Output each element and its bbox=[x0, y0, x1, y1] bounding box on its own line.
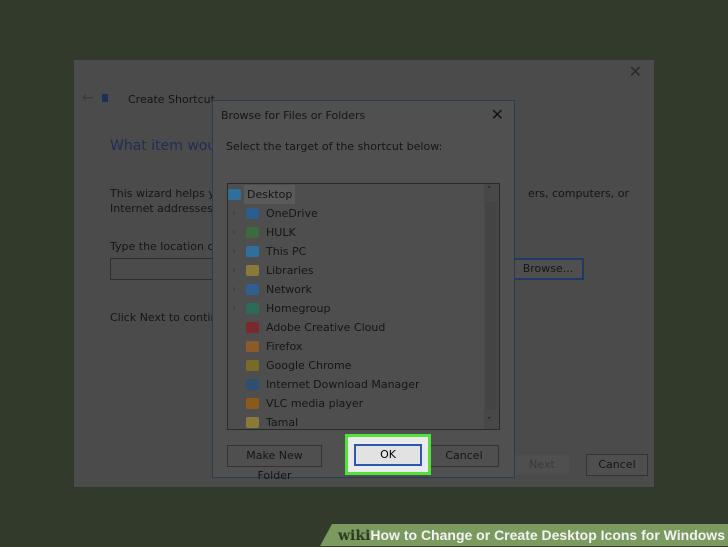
scroll-thumb[interactable] bbox=[486, 202, 497, 410]
ok-button[interactable]: OK bbox=[354, 444, 422, 466]
tree-item-label: This PC bbox=[266, 245, 307, 258]
tree-item-label: Libraries bbox=[266, 264, 314, 277]
how-text: How bbox=[370, 527, 400, 543]
tree-item-label: Firefox bbox=[266, 340, 303, 353]
banner-title: to Change or Create Desktop Icons for Wi… bbox=[399, 527, 725, 543]
tree-item-label: HULK bbox=[266, 226, 296, 239]
browse-dialog: Browse for Files or Folders ✕ Select the… bbox=[212, 100, 515, 482]
folder-icon bbox=[246, 303, 259, 314]
shortcut-icon bbox=[102, 94, 108, 102]
tree-item[interactable]: VLC media player bbox=[228, 394, 483, 413]
expand-chevron-icon[interactable]: › bbox=[232, 261, 236, 280]
close-icon[interactable]: ✕ bbox=[629, 62, 642, 81]
click-next-text: Click Next to continu bbox=[110, 311, 225, 324]
desc-line2: Internet addresses. bbox=[110, 202, 217, 215]
folder-icon bbox=[246, 398, 259, 409]
scroll-up-icon[interactable]: ˄ bbox=[487, 186, 492, 196]
browse-button[interactable]: Browse... bbox=[512, 258, 584, 280]
folder-icon bbox=[246, 360, 259, 371]
make-new-folder-button[interactable]: Make New Folder bbox=[227, 445, 322, 482]
tree-item[interactable]: Internet Download Manager bbox=[228, 375, 483, 394]
cancel-button[interactable]: Cancel bbox=[586, 454, 648, 476]
window-title: Create Shortcut bbox=[128, 93, 215, 106]
dialog-cancel-button[interactable]: Cancel bbox=[429, 445, 499, 467]
next-button[interactable]: Next bbox=[515, 455, 569, 475]
tree-item-label: Homegroup bbox=[266, 302, 331, 315]
tree-item[interactable]: › Libraries bbox=[228, 261, 483, 280]
expand-chevron-icon[interactable]: › bbox=[232, 280, 236, 299]
tree-item-label: VLC media player bbox=[266, 397, 364, 410]
tree-item[interactable]: Adobe Creative Cloud bbox=[228, 318, 483, 337]
scrollbar[interactable]: ˄ ˅ bbox=[484, 184, 499, 429]
tree-item[interactable]: Firefox bbox=[228, 337, 483, 356]
folder-icon bbox=[246, 417, 259, 428]
tree-item-label: Network bbox=[266, 283, 312, 296]
expand-chevron-icon[interactable]: › bbox=[232, 223, 236, 242]
tree-item-label: Internet Download Manager bbox=[266, 378, 420, 391]
expand-chevron-icon[interactable]: › bbox=[232, 204, 236, 223]
tree-item-label: OneDrive bbox=[266, 207, 318, 220]
tree-item[interactable]: Google Chrome bbox=[228, 356, 483, 375]
folder-icon bbox=[228, 189, 241, 200]
folder-tree[interactable]: ˄ ˅ Desktop › OneDrive › HULK › This PC › Librar… bbox=[227, 183, 500, 430]
back-arrow-icon[interactable]: ← bbox=[82, 90, 94, 106]
dialog-prompt: Select the target of the shortcut below: bbox=[226, 140, 443, 153]
expand-chevron-icon[interactable]: › bbox=[232, 299, 236, 318]
scroll-down-icon[interactable]: ˅ bbox=[487, 417, 492, 427]
folder-icon bbox=[246, 246, 259, 257]
tree-item[interactable]: › Network bbox=[228, 280, 483, 299]
dialog-title: Browse for Files or Folders bbox=[221, 109, 366, 122]
tree-item-label: Adobe Creative Cloud bbox=[266, 321, 386, 334]
wiki-logo: wiki bbox=[338, 528, 371, 544]
folder-icon bbox=[246, 265, 259, 276]
location-label: Type the location of bbox=[110, 240, 219, 253]
tree-item[interactable]: Desktop bbox=[228, 185, 483, 204]
location-input[interactable] bbox=[110, 258, 220, 280]
tree-item[interactable]: › HULK bbox=[228, 223, 483, 242]
desc-left: This wizard helps you bbox=[110, 187, 229, 200]
folder-icon bbox=[246, 379, 259, 390]
tree-item-label: Desktop bbox=[244, 185, 296, 204]
expand-chevron-icon[interactable]: › bbox=[232, 242, 236, 261]
tree-item[interactable]: Tamal bbox=[228, 413, 483, 432]
folder-icon bbox=[246, 227, 259, 238]
ok-highlight: OK bbox=[345, 434, 431, 475]
tree-item[interactable]: › OneDrive bbox=[228, 204, 483, 223]
folder-icon bbox=[246, 322, 259, 333]
tree-item-label: Google Chrome bbox=[266, 359, 352, 372]
folder-icon bbox=[246, 341, 259, 352]
wikihow-banner: wikiHow to Change or Create Desktop Icon… bbox=[320, 524, 728, 546]
folder-icon bbox=[246, 208, 259, 219]
wizard-heading: What item woul bbox=[110, 138, 221, 154]
tree-item-label: Tamal bbox=[266, 416, 299, 429]
desc-right: ers, computers, or bbox=[528, 187, 630, 200]
tree-item[interactable]: › This PC bbox=[228, 242, 483, 261]
folder-icon bbox=[246, 284, 259, 295]
tree-item[interactable]: › Homegroup bbox=[228, 299, 483, 318]
close-icon[interactable]: ✕ bbox=[491, 105, 504, 124]
